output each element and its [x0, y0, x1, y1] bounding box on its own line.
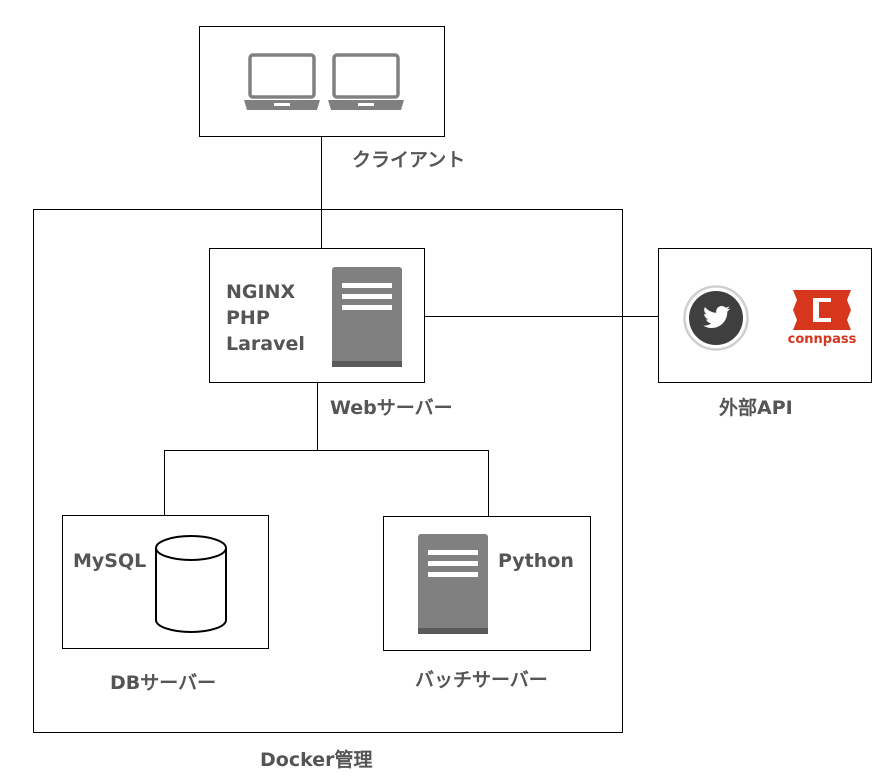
twitter-icon: [683, 285, 749, 351]
laptop-icon: [328, 53, 404, 110]
batch-server-box: Python: [383, 516, 591, 651]
batch-server-stack: Python: [498, 548, 574, 574]
external-api-label: 外部API: [719, 397, 793, 419]
server-icon: [332, 267, 402, 367]
laptop-icon: [244, 53, 320, 110]
stack-item-python: Python: [498, 550, 574, 572]
stack-item-mysql: MySQL: [73, 550, 147, 572]
docker-label: Docker管理: [260, 749, 373, 771]
stack-item-php: PHP: [226, 307, 270, 329]
web-server-stack: NGINX PHP Laravel: [226, 279, 305, 357]
db-server-box: MySQL: [62, 515, 269, 649]
db-server-label: DBサーバー: [110, 672, 217, 694]
batch-server-label: バッチサーバー: [415, 669, 548, 691]
connpass-wordmark: connpass: [787, 332, 857, 347]
server-icon: [418, 534, 488, 634]
web-server-label: Webサーバー: [330, 397, 453, 419]
client-box: [199, 26, 445, 137]
external-api-box: connpass: [658, 248, 872, 383]
web-server-box: NGINX PHP Laravel: [209, 248, 425, 383]
db-server-stack: MySQL: [73, 548, 146, 574]
client-label: クライアント: [352, 149, 466, 171]
database-icon: [155, 535, 227, 633]
stack-item-laravel: Laravel: [226, 333, 305, 355]
stack-item-nginx: NGINX: [226, 281, 296, 303]
